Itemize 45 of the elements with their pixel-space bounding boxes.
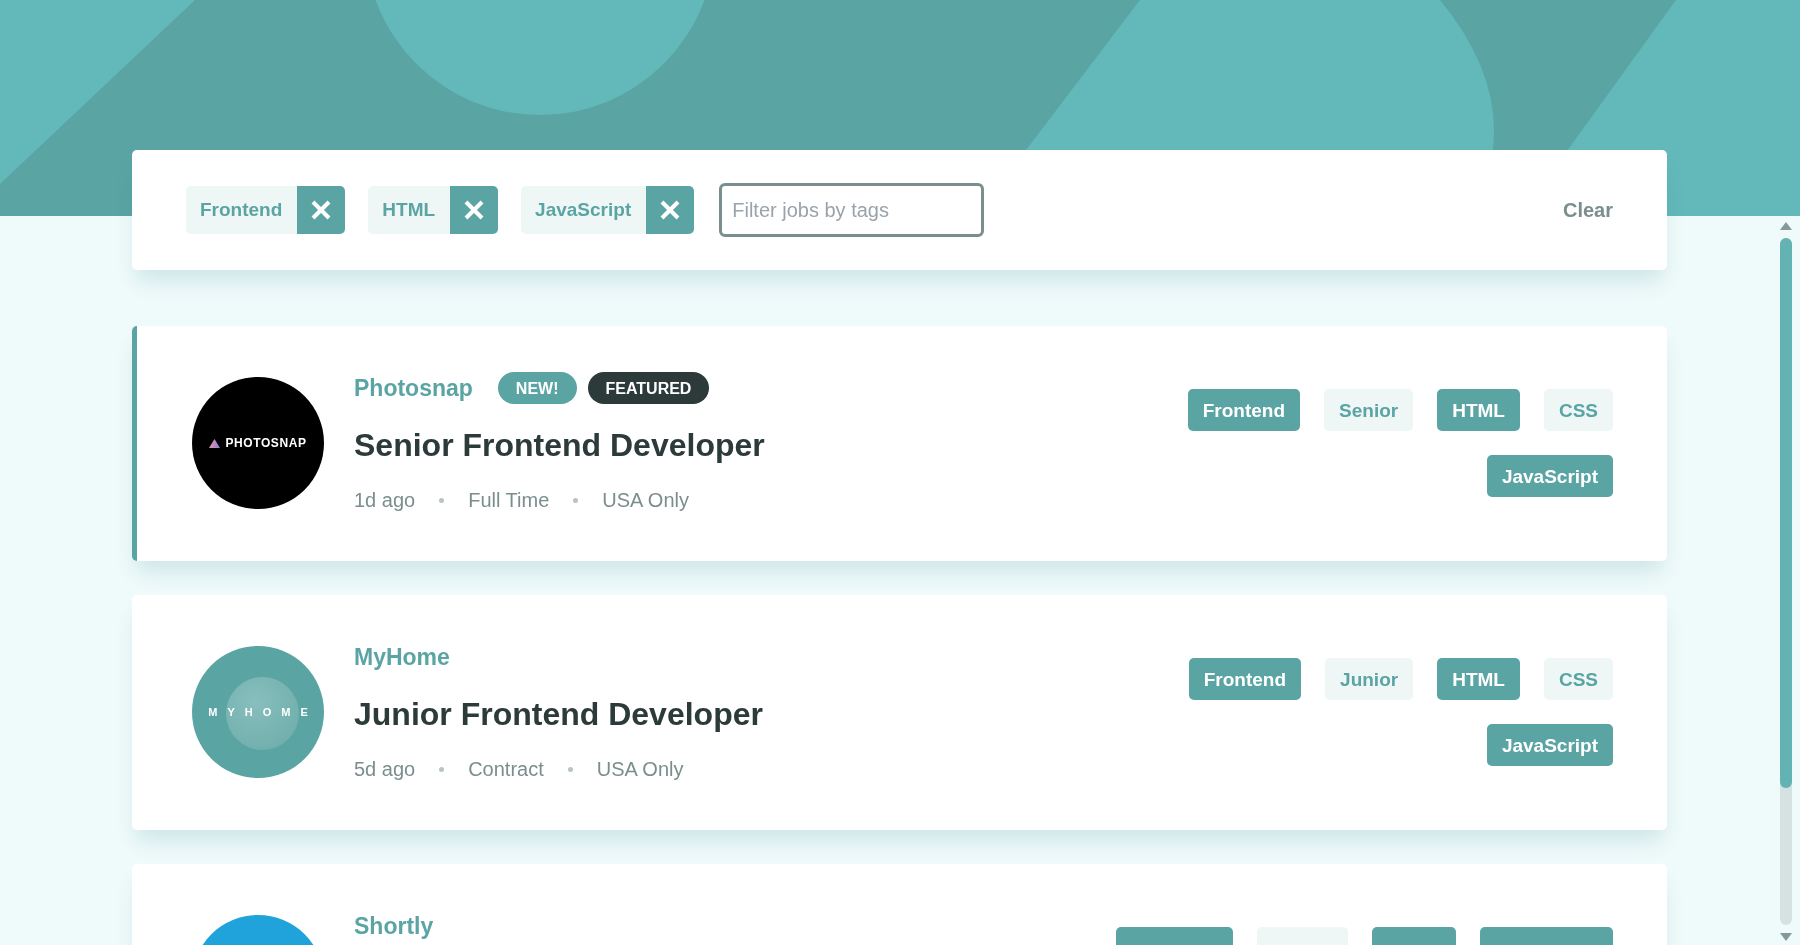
logo-text: PHOTOSNAP: [225, 436, 307, 450]
bullet-icon: [567, 766, 573, 772]
bullet-icon: [439, 766, 445, 772]
job-tag[interactable]: HTML: [1437, 658, 1520, 700]
contract-type: Contract: [468, 757, 544, 782]
filter-tag: HTML: [368, 186, 451, 234]
close-icon: [660, 200, 681, 220]
company-name: Shortly: [354, 912, 434, 941]
company-name: MyHome: [354, 643, 450, 672]
job-location: USA Only: [596, 757, 684, 782]
close-icon: [311, 200, 332, 220]
triangle-icon: [209, 438, 221, 448]
remove-filter-button[interactable]: [450, 186, 499, 234]
logo-text: MYHOME: [207, 705, 318, 719]
job-tag[interactable]: JavaScript: [1486, 724, 1613, 766]
clear-button[interactable]: Clear: [1562, 196, 1613, 224]
job-tag[interactable]: Frontend: [1187, 389, 1301, 431]
featured-badge: FEATURED: [587, 372, 710, 404]
filter-input[interactable]: Filter jobs by tags: [719, 183, 985, 237]
remove-filter-button[interactable]: [646, 186, 695, 234]
job-title: Senior Frontend Developer: [354, 426, 765, 464]
job-tag[interactable]: CSS: [1543, 658, 1613, 700]
contract-type: Full Time: [468, 488, 550, 513]
close-icon: [464, 200, 485, 220]
filter-tag: JavaScript: [521, 186, 647, 234]
filter-tag: Frontend: [186, 186, 298, 234]
remove-filter-button[interactable]: [297, 186, 346, 234]
scrollbar-thumb[interactable]: [1780, 238, 1792, 788]
job-tag[interactable]: Senior: [1324, 389, 1414, 431]
scroll-up-icon[interactable]: [1780, 222, 1792, 230]
job-title: Junior Frontend Developer: [354, 695, 763, 733]
bullet-icon: [439, 497, 445, 503]
job-tag[interactable]: HTML: [1437, 389, 1520, 431]
job-tag[interactable]: Frontend: [1188, 658, 1302, 700]
scroll-down-icon[interactable]: [1780, 933, 1792, 941]
job-tag[interactable]: JavaScript: [1486, 455, 1613, 497]
posted-time: 5d ago: [354, 757, 416, 782]
company-name: Photosnap: [354, 374, 473, 403]
job-tag[interactable]: CSS: [1543, 389, 1613, 431]
scrollbar-track[interactable]: [1780, 238, 1792, 925]
job-location: USA Only: [602, 488, 689, 513]
job-tag[interactable]: Junior: [1325, 658, 1414, 700]
posted-time: 1d ago: [354, 488, 416, 513]
new-badge: NEW!: [497, 372, 577, 404]
bullet-icon: [573, 497, 579, 503]
